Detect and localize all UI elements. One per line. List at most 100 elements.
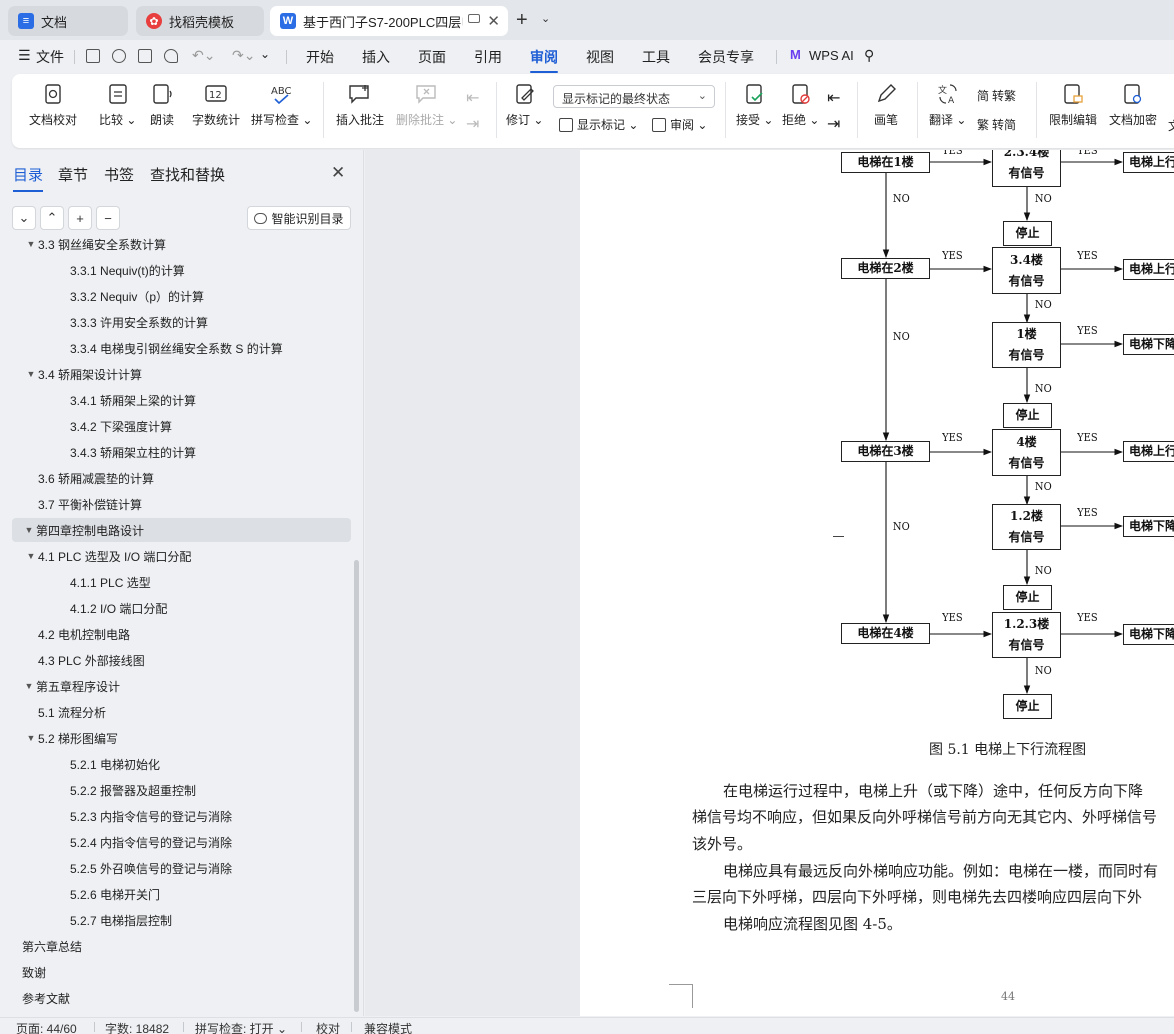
tab-docer-templates[interactable]: ✿ 找稻壳模板 <box>136 6 264 36</box>
menu-tools[interactable]: 工具 <box>642 47 670 67</box>
restrict-editing-button[interactable]: 限制编辑 <box>1049 82 1097 128</box>
toc-item[interactable]: 3.6 轿厢减震垫的计算 <box>12 466 351 490</box>
toc-item[interactable]: ▼ 第五章程序设计 <box>12 674 351 698</box>
toc-item[interactable]: 3.3.1 Nequiv(t)的计算 <box>12 258 351 282</box>
review-pane-button[interactable]: 审阅 ⌄ <box>652 116 707 133</box>
toc-item[interactable]: 3.4.2 下梁强度计算 <box>12 414 351 438</box>
new-tab-icon[interactable]: + <box>516 9 528 32</box>
search-icon[interactable]: ⚲ <box>864 47 874 64</box>
toc-item[interactable]: 4.3 PLC 外部接线图 <box>12 648 351 672</box>
menu-view[interactable]: 视图 <box>586 47 614 67</box>
tab-current-document[interactable]: W 基于西门子S7-200PLC四层电 ✕ <box>270 6 508 36</box>
pen-button[interactable]: 画笔 <box>874 82 898 128</box>
menu-membership[interactable]: 会员专享 <box>698 47 754 67</box>
show-markup-button[interactable]: 显示标记 ⌄ <box>559 116 638 133</box>
page-indicator[interactable]: 页面: 44/60 <box>16 1020 77 1034</box>
save-icon[interactable] <box>86 49 100 63</box>
toc-item[interactable]: ▼ 5.2 梯形图编写 <box>12 726 351 750</box>
expand-arrow-icon[interactable]: ▼ <box>22 681 36 691</box>
redo-icon[interactable]: ↷⌄ <box>232 47 255 64</box>
ribbon-overflow-label[interactable]: 文 <box>1168 117 1174 134</box>
toc-item[interactable]: 5.2.3 内指令信号的登记与消除 <box>12 804 351 828</box>
expand-arrow-icon[interactable]: ▼ <box>24 239 38 249</box>
toc-item[interactable]: 3.7 平衡补偿链计算 <box>12 492 351 516</box>
hamburger-icon[interactable]: ☰ <box>18 47 31 64</box>
add-heading-button[interactable]: + <box>68 206 92 230</box>
toc-item[interactable]: ▼ 3.4 轿厢架设计计算 <box>12 362 351 386</box>
menu-file[interactable]: 文件 <box>36 47 64 67</box>
toc-item[interactable]: 4.1.1 PLC 选型 <box>12 570 351 594</box>
toc-item[interactable]: 3.4.3 轿厢架立柱的计算 <box>12 440 351 464</box>
chevron-down-icon[interactable]: ⌄ <box>541 12 550 25</box>
menu-review[interactable]: 审阅 <box>530 47 558 73</box>
track-changes-button[interactable]: 修订 ⌄ <box>506 82 543 128</box>
nav-tab-find-replace[interactable]: 查找和替换 <box>150 164 225 185</box>
spell-check-button[interactable]: ABC 拼写检查 ⌄ <box>251 82 312 128</box>
toc-item[interactable]: 第六章总结 <box>12 934 351 958</box>
toc-scrollbar[interactable] <box>354 560 359 1012</box>
delete-comment-button[interactable]: 删除批注 ⌄ <box>396 82 457 128</box>
toc-item[interactable]: 3.3.2 Nequiv（p）的计算 <box>12 284 351 308</box>
reject-button[interactable]: 拒绝 ⌄ <box>782 82 819 128</box>
toc-item[interactable]: 5.2.4 内指令信号的登记与消除 <box>12 830 351 854</box>
menu-insert[interactable]: 插入 <box>362 47 390 67</box>
translate-button[interactable]: 文A 翻译 ⌄ <box>929 82 966 128</box>
expand-arrow-icon[interactable]: ▼ <box>24 551 38 561</box>
previous-change-icon[interactable]: ⇤ <box>827 88 840 108</box>
previous-comment-icon[interactable]: ⇤ <box>466 88 479 108</box>
expand-up-button[interactable]: ⌃ <box>40 206 64 230</box>
toc-item[interactable]: 5.1 流程分析 <box>12 700 351 724</box>
smart-toc-button[interactable]: 智能识别目录 <box>247 206 351 230</box>
accept-button[interactable]: 接受 ⌄ <box>736 82 773 128</box>
encrypt-document-button[interactable]: 文档加密 <box>1109 82 1157 128</box>
menu-home[interactable]: 开始 <box>306 47 334 67</box>
menu-page[interactable]: 页面 <box>418 47 446 67</box>
print-preview-icon[interactable] <box>164 49 178 63</box>
nav-tab-bookmarks[interactable]: 书签 <box>104 164 134 185</box>
toc-item[interactable]: ▼ 3.3 钢丝绳安全系数计算 <box>12 238 351 256</box>
share-icon[interactable] <box>112 49 126 63</box>
proofread-button[interactable]: 文档校对 <box>29 82 77 128</box>
to-simplified-button[interactable]: 繁转简 <box>977 116 1016 133</box>
toc-item[interactable]: 3.3.3 许用安全系数的计算 <box>12 310 351 334</box>
collapse-all-button[interactable]: ⌄ <box>12 206 36 230</box>
customize-chevron-icon[interactable]: ⌄ <box>260 47 270 61</box>
nav-tab-toc[interactable]: 目录 <box>13 164 44 192</box>
to-traditional-button[interactable]: 简转繁 <box>977 87 1016 104</box>
proofread-status[interactable]: 校对 <box>316 1020 340 1034</box>
word-count-indicator[interactable]: 字数: 18482 <box>105 1020 169 1034</box>
remove-heading-button[interactable]: − <box>96 206 120 230</box>
next-comment-icon[interactable]: ⇥ <box>466 114 479 134</box>
markup-state-select[interactable]: 显示标记的最终状态 ⌄ <box>553 85 715 108</box>
toc-item[interactable]: 5.2.7 电梯指层控制 <box>12 908 351 932</box>
expand-arrow-icon[interactable]: ▼ <box>24 733 38 743</box>
expand-arrow-icon[interactable]: ▼ <box>22 525 36 535</box>
word-count-button[interactable]: 12 字数统计 <box>192 82 240 128</box>
compare-button[interactable]: 比较 ⌄ <box>99 82 136 128</box>
menu-references[interactable]: 引用 <box>474 47 502 67</box>
monitor-icon[interactable] <box>468 14 480 23</box>
toc-item[interactable]: 参考文献 <box>12 986 351 1010</box>
toc-item[interactable]: 4.1.2 I/O 端口分配 <box>12 596 351 620</box>
document-canvas[interactable]: 电梯在1楼 电梯在2楼 电梯在3楼 电梯在4楼 2.3.4楼 有信号 3.4楼 … <box>365 150 1174 1016</box>
toc-item[interactable]: 3.4.1 轿厢架上梁的计算 <box>12 388 351 412</box>
wps-ai-button[interactable]: WPS AI <box>809 48 854 63</box>
toc-item[interactable]: 5.2.1 电梯初始化 <box>12 752 351 776</box>
read-aloud-button[interactable]: 朗读 <box>150 82 174 128</box>
toc-item[interactable]: 5.2.6 电梯开关门 <box>12 882 351 906</box>
print-icon[interactable] <box>138 49 152 63</box>
toc-item[interactable]: 5.2.2 报警器及超重控制 <box>12 778 351 802</box>
close-tab-icon[interactable]: ✕ <box>487 12 500 30</box>
toc-item[interactable]: ▼ 第四章控制电路设计 <box>12 518 351 542</box>
insert-comment-button[interactable]: 插入批注 <box>336 82 384 128</box>
spell-check-toggle[interactable]: 拼写检查: 打开 ⌄ <box>195 1020 287 1034</box>
nav-tab-sections[interactable]: 章节 <box>58 164 88 185</box>
undo-icon[interactable]: ↶⌄ <box>192 47 215 64</box>
toc-item[interactable]: 5.2.5 外召唤信号的登记与消除 <box>12 856 351 880</box>
toc-item[interactable]: ▼ 4.1 PLC 选型及 I/O 端口分配 <box>12 544 351 568</box>
next-change-icon[interactable]: ⇥ <box>827 114 840 134</box>
toc-item[interactable]: 致谢 <box>12 960 351 984</box>
tab-docs[interactable]: ≡ 文档 <box>8 6 128 36</box>
expand-arrow-icon[interactable]: ▼ <box>24 369 38 379</box>
toc-item[interactable]: 4.2 电机控制电路 <box>12 622 351 646</box>
